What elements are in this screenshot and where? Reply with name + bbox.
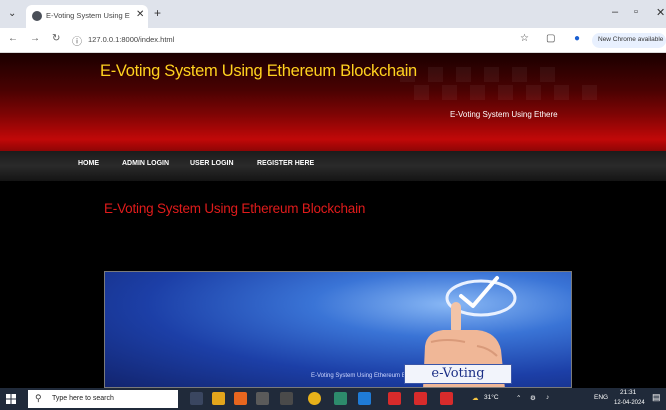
clock-time[interactable]: 21:31 xyxy=(620,389,636,396)
address-bar-url[interactable]: 127.0.0.1:8000/index.html xyxy=(88,35,174,44)
app-icon[interactable] xyxy=(334,392,347,405)
close-icon[interactable]: ✕ xyxy=(136,9,144,20)
site-subtitle: E-Voting System Using Ethere xyxy=(450,110,558,119)
minimize-icon[interactable]: – xyxy=(612,6,618,18)
main-content: E-Voting System Using Ethereum Blockchai… xyxy=(0,181,666,388)
volume-icon[interactable]: ♪ xyxy=(546,394,549,401)
app-icon[interactable] xyxy=(256,392,269,405)
nav-admin-login[interactable]: ADMIN LOGIN xyxy=(122,160,169,167)
tab-search-menu-icon[interactable]: ⌄ xyxy=(8,8,16,19)
search-placeholder: Type here to search xyxy=(52,395,114,402)
notification-icon[interactable]: ▤ xyxy=(652,392,661,403)
info-icon[interactable]: ⓘ xyxy=(72,33,82,48)
search-icon: ⚲ xyxy=(35,393,42,403)
globe-icon xyxy=(32,11,42,21)
forward-icon[interactable]: → xyxy=(30,33,40,44)
chrome-icon[interactable] xyxy=(308,392,321,405)
app-icon[interactable] xyxy=(388,392,401,405)
app-icon[interactable] xyxy=(440,392,453,405)
clock-date[interactable]: 12-04-2024 xyxy=(614,400,645,406)
new-chrome-available-button[interactable]: New Chrome available xyxy=(592,33,666,48)
nav-user-login[interactable]: USER LOGIN xyxy=(190,160,234,167)
extensions-icon[interactable]: ▢ xyxy=(546,33,555,44)
chevron-up-icon[interactable]: ⌃ xyxy=(516,394,521,402)
back-icon[interactable]: ← xyxy=(8,33,18,44)
nav-register-here[interactable]: REGISTER HERE xyxy=(257,160,314,167)
language-indicator[interactable]: ENG xyxy=(594,394,608,401)
page-heading: E-Voting System Using Ethereum Blockchai… xyxy=(104,201,366,216)
maximize-icon[interactable]: ▫ xyxy=(634,6,638,18)
evoting-label: e-Voting xyxy=(404,364,512,384)
weather-icon[interactable]: ☁ xyxy=(472,394,479,402)
site-header: E-Voting System Using Ethereum Blockchai… xyxy=(0,53,666,151)
hero-image: E-Voting System Using Ethereum Blockchai… xyxy=(104,271,572,388)
main-nav: HOME ADMIN LOGIN USER LOGIN REGISTER HER… xyxy=(0,151,666,181)
tab-title: E-Voting System Using Ethere xyxy=(46,11,130,20)
site-title: E-Voting System Using Ethereum Blockchai… xyxy=(100,62,417,80)
browser-tab-strip: ⌄ E-Voting System Using Ethere ✕ + – ▫ ✕ xyxy=(0,0,666,28)
file-explorer-icon[interactable] xyxy=(212,392,225,405)
browser-toolbar: ← → ↻ ⓘ 127.0.0.1:8000/index.html ☆ ▢ ● … xyxy=(0,28,666,53)
app-icon[interactable] xyxy=(280,392,293,405)
screen: ⌄ E-Voting System Using Ethere ✕ + – ▫ ✕… xyxy=(0,0,666,410)
plus-icon[interactable]: + xyxy=(154,6,161,20)
temperature[interactable]: 31°C xyxy=(484,394,499,401)
star-icon[interactable]: ☆ xyxy=(520,33,529,44)
profile-icon[interactable]: ● xyxy=(574,33,580,44)
browser-tab[interactable]: E-Voting System Using Ethere ✕ xyxy=(26,5,148,28)
task-view-icon[interactable] xyxy=(190,392,203,405)
nav-home[interactable]: HOME xyxy=(78,160,99,167)
taskbar-search[interactable]: ⚲ Type here to search xyxy=(28,390,178,408)
windows-start-icon[interactable] xyxy=(6,394,16,404)
window-close-icon[interactable]: ✕ xyxy=(656,6,665,19)
reload-icon[interactable]: ↻ xyxy=(52,33,60,44)
vscode-icon[interactable] xyxy=(358,392,371,405)
app-icon[interactable] xyxy=(414,392,427,405)
taskbar: ⚲ Type here to search ☁ 31°C ⌃ ⚙ ♪ ENG 2… xyxy=(0,388,666,410)
firefox-icon[interactable] xyxy=(234,392,247,405)
network-icon[interactable]: ⚙ xyxy=(530,394,536,402)
